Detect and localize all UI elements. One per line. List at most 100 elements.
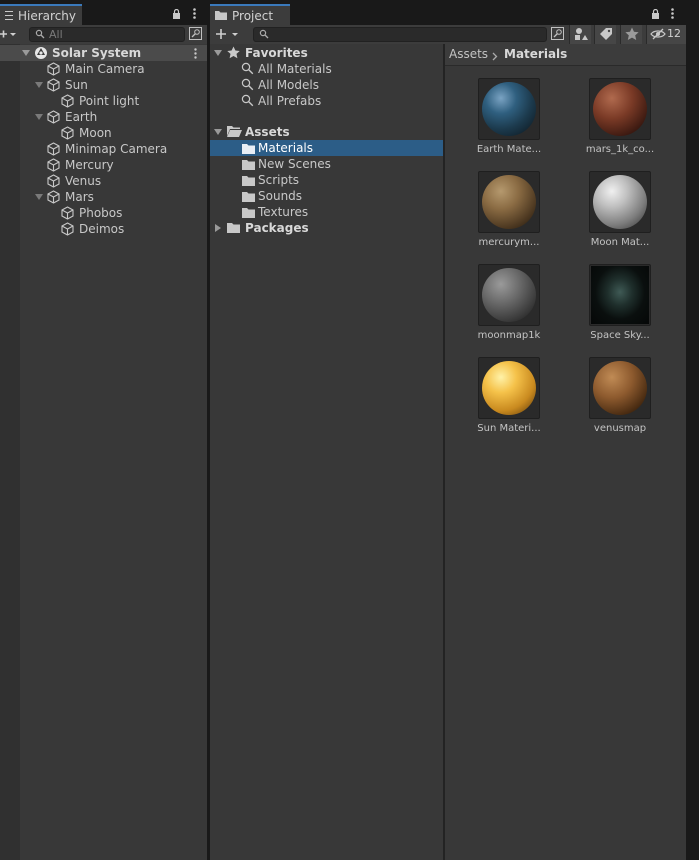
hierarchy-item-mercury[interactable]: Mercury (0, 157, 207, 173)
list-icon (5, 11, 13, 20)
mercury-material-icon (482, 175, 536, 229)
tab-project[interactable]: Project (210, 4, 290, 25)
window-edge (686, 0, 699, 860)
venus-material-icon (593, 361, 647, 415)
tree-packages[interactable]: Packages (210, 220, 443, 236)
hierarchy-search-options-icon[interactable] (189, 27, 202, 40)
project-folder-tree: Favorites All Materials All Models All Pre… (210, 44, 443, 860)
asset-space-sky[interactable]: Space Sky... (565, 264, 675, 344)
hierarchy-panel: Solar System Main Camera Sun Point light Ea… (0, 44, 207, 860)
hierarchy-item-minimap-camera[interactable]: Minimap Camera (0, 141, 207, 157)
project-search-options-icon[interactable] (551, 27, 564, 40)
folder-new-scenes[interactable]: New Scenes (210, 156, 443, 172)
favorites-filter-button[interactable] (620, 25, 642, 44)
tree-assets[interactable]: Assets (210, 124, 443, 140)
space-skybox-icon (591, 266, 649, 324)
hierarchy-item-label: Phobos (79, 206, 123, 220)
favorite-all-prefabs[interactable]: All Prefabs (210, 93, 443, 109)
asset-thumbnail (589, 171, 651, 233)
search-icon (35, 29, 45, 43)
asset-label: Space Sky... (590, 330, 650, 341)
breadcrumb-materials[interactable]: Materials (504, 47, 567, 61)
hierarchy-item-earth[interactable]: Earth (0, 109, 207, 125)
asset-label: moonmap1k (477, 330, 541, 341)
open-folder-icon (227, 125, 242, 141)
hierarchy-item-point-light[interactable]: Point light (0, 93, 207, 109)
project-menu-icon[interactable] (671, 8, 674, 19)
moonmap-texture-icon (482, 268, 536, 322)
hierarchy-item-sun[interactable]: Sun (0, 77, 207, 93)
asset-moon-mat[interactable]: Moon Mat... (565, 171, 675, 251)
hierarchy-search-input[interactable]: All (29, 27, 185, 42)
folder-icon (227, 221, 240, 237)
type-filter-icon (575, 28, 588, 40)
folder-scripts[interactable]: Scripts (210, 172, 443, 188)
hierarchy-lock-icon[interactable] (172, 8, 181, 19)
hierarchy-item-deimos[interactable]: Deimos (0, 221, 207, 237)
hierarchy-item-venus[interactable]: Venus (0, 173, 207, 189)
star-icon (625, 27, 639, 40)
expand-arrow-icon[interactable] (214, 129, 222, 135)
tree-favorites[interactable]: Favorites (210, 45, 443, 61)
hierarchy-item-moon[interactable]: Moon (0, 125, 207, 141)
hidden-packages-toggle[interactable]: 12 (646, 25, 686, 44)
breadcrumb-assets[interactable]: Assets (449, 47, 488, 61)
asset-label: mercurym... (478, 237, 540, 248)
asset-venusmap[interactable]: venusmap (565, 357, 675, 437)
asset-label: venusmap (593, 423, 647, 434)
hierarchy-item-label: Main Camera (65, 62, 145, 76)
project-search-input[interactable] (253, 27, 547, 42)
expand-arrow-icon[interactable] (214, 50, 222, 56)
search-icon (259, 29, 269, 43)
scene-label: Solar System (52, 46, 142, 60)
asset-label: Earth Mate... (476, 144, 542, 155)
hierarchy-item-mars[interactable]: Mars (0, 189, 207, 205)
scene-expand-arrow-icon[interactable] (22, 50, 30, 56)
folder-materials[interactable]: Materials (210, 140, 443, 156)
favorite-label: All Materials (258, 62, 332, 76)
favorites-label: Favorites (245, 46, 308, 60)
favorite-all-models[interactable]: All Models (210, 77, 443, 93)
search-by-type-button[interactable] (569, 25, 591, 44)
asset-thumbnail (478, 264, 540, 326)
folder-textures[interactable]: Textures (210, 204, 443, 220)
favorite-all-materials[interactable]: All Materials (210, 61, 443, 77)
folder-label: Sounds (258, 189, 303, 203)
search-icon (241, 94, 254, 111)
search-by-label-button[interactable] (594, 25, 616, 44)
project-add-button[interactable] (216, 27, 242, 42)
hierarchy-item-label: Earth (65, 110, 98, 124)
collapse-arrow-icon[interactable] (215, 224, 221, 232)
tab-hierarchy[interactable]: Hierarchy (0, 4, 82, 25)
expand-arrow-icon[interactable] (35, 194, 43, 200)
hidden-eye-icon (650, 28, 666, 40)
gameobject-cube-icon (61, 222, 74, 240)
expand-arrow-icon[interactable] (35, 114, 43, 120)
asset-sun-materi[interactable]: Sun Materi... (454, 357, 564, 437)
asset-thumbnail (589, 78, 651, 140)
asset-mars-1k-co[interactable]: mars_1k_co... (565, 78, 675, 158)
hierarchy-menu-icon[interactable] (193, 8, 196, 19)
asset-moonmap1k[interactable]: moonmap1k (454, 264, 564, 344)
asset-thumbnail (478, 78, 540, 140)
expand-arrow-icon[interactable] (35, 82, 43, 88)
sun-material-icon (482, 361, 536, 415)
favorite-label: All Prefabs (258, 94, 322, 108)
asset-mercurym[interactable]: mercurym... (454, 171, 564, 251)
packages-label: Packages (245, 221, 309, 235)
asset-earth-mate[interactable]: Earth Mate... (454, 78, 564, 158)
breadcrumb: Assets Materials (445, 44, 686, 66)
hierarchy-item-label: Minimap Camera (65, 142, 168, 156)
mars-material-icon (593, 82, 647, 136)
tab-project-label: Project (232, 8, 274, 23)
asset-thumbnail (589, 357, 651, 419)
scene-row-solar-system[interactable]: Solar System (0, 45, 207, 61)
hierarchy-add-button[interactable] (0, 27, 20, 42)
favorite-label: All Models (258, 78, 319, 92)
breadcrumb-chevron-icon (492, 50, 498, 64)
folder-sounds[interactable]: Sounds (210, 188, 443, 204)
moon-material-icon (593, 175, 647, 229)
hierarchy-item-main-camera[interactable]: Main Camera (0, 61, 207, 77)
project-lock-icon[interactable] (651, 8, 660, 19)
hierarchy-item-phobos[interactable]: Phobos (0, 205, 207, 221)
